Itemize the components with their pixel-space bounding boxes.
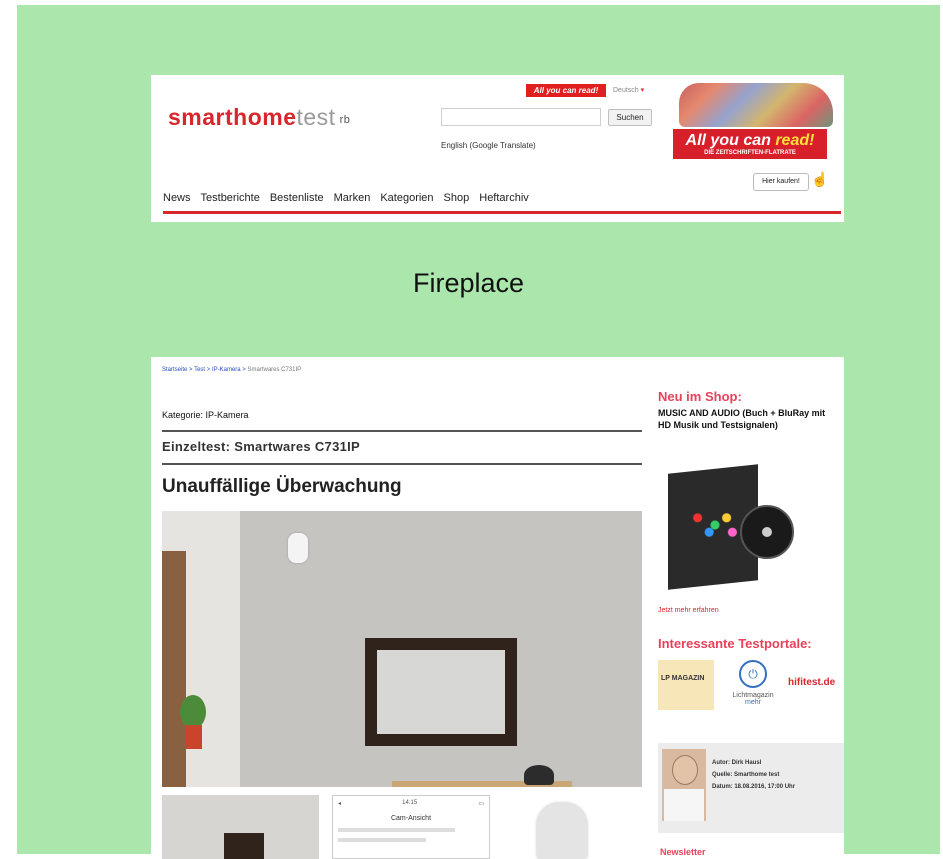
breadcrumb-home[interactable]: Startseite: [162, 367, 187, 373]
portal-hifitest[interactable]: hifitest.de: [788, 677, 835, 688]
promo-subtitle: DIE ZEITSCHRIFTEN-FLATRATE: [704, 150, 796, 156]
main-nav: News Testberichte Bestenliste Marken Kat…: [163, 192, 529, 204]
portal-lichtmagazin-label: Lichtmagazin: [732, 692, 774, 699]
breadcrumb-category[interactable]: IP-Kamera: [212, 367, 241, 373]
language-select[interactable]: Deutsch ▾: [613, 84, 644, 97]
portal-lichtmagazin[interactable]: ⏻ Lichtmagazin mehr: [726, 660, 780, 714]
newsletter-heading: Newsletter: [660, 847, 706, 857]
promo-title-white: All you can: [685, 132, 776, 149]
nav-item-kategorien[interactable]: Kategorien: [380, 192, 433, 204]
article-hero-image[interactable]: [162, 511, 642, 787]
gallery-thumb-device[interactable]: [537, 803, 587, 859]
battery-icon: ▭: [478, 801, 484, 807]
article-page: Startseite > Test > IP-Kamera > Smartwar…: [151, 357, 844, 859]
nav-item-heftarchiv[interactable]: Heftarchiv: [479, 192, 529, 204]
ip-camera-image: [288, 533, 308, 563]
all-you-can-read-badge[interactable]: All you can read!: [526, 84, 606, 97]
site-logo[interactable]: smarthometest rb: [168, 104, 350, 131]
logo-light: test: [296, 104, 336, 130]
magazine-stack-image: [679, 83, 833, 127]
author-avatar: [662, 749, 706, 821]
phone-screen-title: Cam-Ansicht: [390, 815, 432, 822]
search-input[interactable]: [441, 108, 601, 126]
phone-time: 14:15: [402, 800, 418, 806]
disc-image: [740, 505, 794, 559]
author-box: Autor: Dirk Hausl Quelle: Smarthome test…: [658, 743, 844, 833]
image-caption: Fireplace: [412, 268, 525, 298]
language-label: Deutsch: [613, 87, 639, 94]
breadcrumb-current: Smartwares C731IP: [247, 367, 302, 373]
chevron-down-icon: ▾: [640, 87, 645, 94]
nav-item-shop[interactable]: Shop: [444, 192, 470, 204]
page-background: smarthometest rb All you can read! Deutsc…: [17, 5, 940, 859]
portal-lp-magazin[interactable]: LP MAGAZIN: [658, 660, 714, 710]
image-gallery: ◂ 14:15 ▭ Cam-Ansicht: [162, 795, 642, 859]
promo-buy-button[interactable]: Hier kaufen!: [753, 173, 809, 191]
nav-item-marken[interactable]: Marken: [334, 192, 371, 204]
divider: [162, 463, 642, 465]
plug-icon: ⏻: [739, 660, 767, 688]
nav-divider: [163, 211, 841, 214]
nav-item-testberichte[interactable]: Testberichte: [201, 192, 260, 204]
gallery-thumb-phone[interactable]: ◂ 14:15 ▭ Cam-Ansicht: [332, 795, 490, 859]
nav-item-bestenliste[interactable]: Bestenliste: [270, 192, 324, 204]
divider: [162, 430, 642, 432]
article-title: Unauffällige Überwachung: [162, 476, 402, 497]
article-subtitle: Einzeltest: Smartwares C731IP: [162, 439, 361, 454]
search-button[interactable]: Suchen: [608, 109, 652, 126]
magazine-promo[interactable]: All you can read! DIE ZEITSCHRIFTEN-FLAT…: [673, 79, 835, 197]
shop-heading: Neu im Shop:: [658, 389, 742, 404]
author-name: Autor: Dirk Hausl: [712, 760, 762, 766]
portal-lichtmagazin-link[interactable]: mehr: [726, 699, 780, 706]
logo-main: smarthome: [168, 104, 297, 130]
nav-item-news[interactable]: News: [163, 192, 191, 204]
more-info-link[interactable]: Jetzt mehr erfahren: [658, 607, 719, 614]
testportale-heading: Interessante Testportale:: [658, 636, 812, 651]
back-icon: ◂: [338, 801, 342, 807]
article-category: Kategorie: IP-Kamera: [162, 410, 249, 420]
mirror-image: [365, 638, 517, 746]
promo-banner: All you can read! DIE ZEITSCHRIFTEN-FLAT…: [673, 129, 827, 159]
site-header: smarthometest rb All you can read! Deutsc…: [151, 75, 844, 222]
plant-image: [180, 695, 206, 729]
breadcrumb: Startseite > Test > IP-Kamera > Smartwar…: [162, 367, 302, 373]
hand-cursor-icon: ☝: [811, 171, 829, 187]
translate-link[interactable]: English (Google Translate): [441, 141, 536, 150]
author-source: Quelle: Smarthome test: [712, 772, 780, 778]
author-info: Autor: Dirk Hausl Quelle: Smarthome test…: [712, 757, 795, 793]
promo-title-yellow: read!: [775, 132, 815, 149]
gallery-thumb[interactable]: [162, 795, 319, 859]
logo-suffix: rb: [339, 114, 351, 126]
sidebar: Neu im Shop: MUSIC AND AUDIO (Buch + Blu…: [656, 357, 844, 859]
product-image[interactable]: [668, 464, 794, 590]
breadcrumb-test[interactable]: Test: [194, 367, 205, 373]
author-date: Datum: 18.08.2016, 17:00 Uhr: [712, 784, 796, 790]
shop-product-title[interactable]: MUSIC AND AUDIO (Buch + BluRay mit HD Mu…: [658, 407, 833, 431]
